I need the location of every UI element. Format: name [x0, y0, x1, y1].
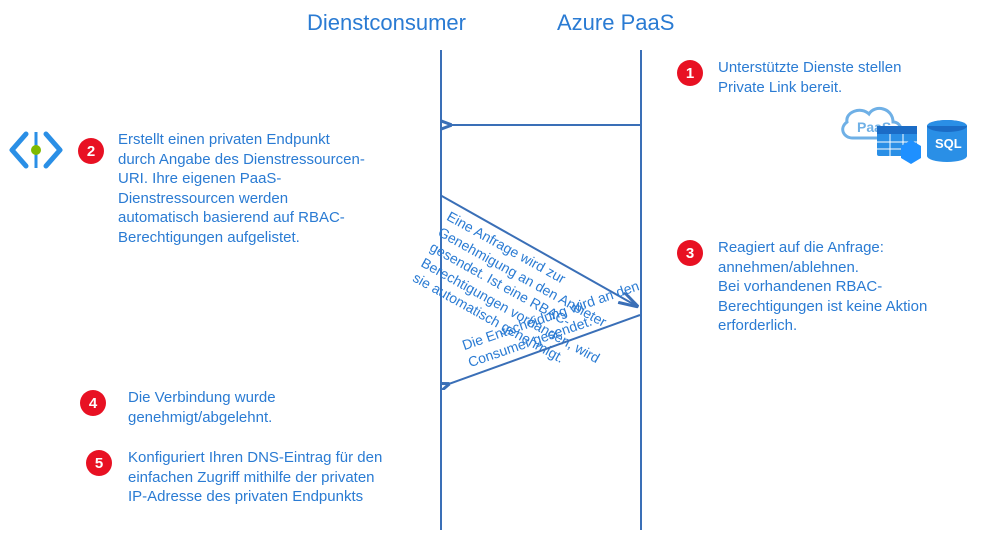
step-text-2: Erstellt einen privaten Endpunkt durch A… — [118, 130, 368, 247]
svg-text:SQL: SQL — [935, 136, 962, 151]
step-badge-4: 4 — [80, 390, 106, 416]
step-text-1: Unterstützte Dienste stellen Private Lin… — [718, 58, 948, 97]
column-title-consumer: Dienstconsumer — [307, 10, 466, 36]
step-badge-1: 1 — [677, 60, 703, 86]
column-title-provider: Azure PaaS — [557, 10, 674, 36]
diagram-stage: Dienstconsumer Azure PaaS 1 Unterstützte… — [0, 0, 992, 540]
sql-db-icon: SQL — [927, 120, 967, 162]
step-badge-5: 5 — [86, 450, 112, 476]
step-text-5: Konfiguriert Ihren DNS-Eintrag für den e… — [128, 448, 388, 507]
step-text-4: Die Verbindung wurde genehmigt/abgelehnt… — [128, 388, 368, 427]
paas-icon-group: PaaS SQL — [835, 98, 985, 173]
step-text-3: Reagiert auf die Anfrage: annehmen/ableh… — [718, 238, 958, 336]
arrow-provider-to-consumer-1 — [440, 110, 640, 140]
step-badge-3: 3 — [677, 240, 703, 266]
code-endpoint-icon — [8, 128, 64, 177]
step-badge-2: 2 — [78, 138, 104, 164]
